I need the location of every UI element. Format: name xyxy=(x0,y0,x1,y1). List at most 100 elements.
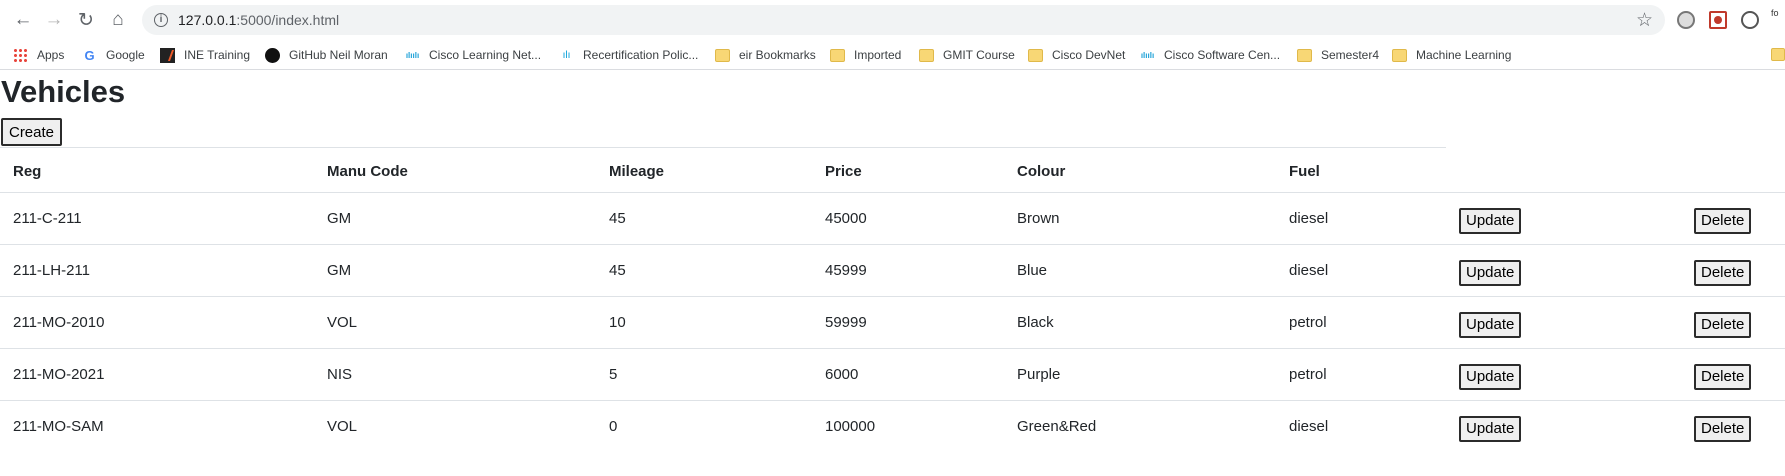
update-button[interactable]: Update xyxy=(1459,363,1522,390)
bookmark-eir[interactable]: eir Bookmarks xyxy=(715,46,816,64)
cell-update: Update xyxy=(1446,244,1681,297)
cell-mileage: 10 xyxy=(596,296,812,349)
bookmark-star-icon[interactable]: ☆ xyxy=(1636,9,1653,32)
cell-delete: Delete xyxy=(1681,244,1785,297)
bookmark-cisco-devnet[interactable]: Cisco DevNet xyxy=(1028,46,1125,64)
bookmark-label: Semester4 xyxy=(1321,48,1380,62)
bookmark-recertification[interactable]: ılı Recertification Polic... xyxy=(559,46,699,64)
cell-manu-code: GM xyxy=(314,244,596,297)
bookmark-label: GitHub Neil Moran xyxy=(289,48,388,62)
cell-mileage: 5 xyxy=(596,348,812,401)
bookmark-ine-training[interactable]: INE Training xyxy=(160,46,250,64)
folder-icon xyxy=(1028,48,1043,62)
bookmark-google[interactable]: G Google xyxy=(82,46,144,64)
folder-icon xyxy=(830,48,845,62)
cell-price: 59999 xyxy=(812,296,1004,349)
url-text[interactable]: 127.0.0.1:5000/index.html xyxy=(178,12,339,28)
bookmarks-bar: Apps G Google INE Training GitHub Neil Mo… xyxy=(0,40,1785,70)
page-content: Vehicles Create Reg Manu Code Mileage Pr… xyxy=(0,71,1785,476)
forward-arrow-icon[interactable]: → xyxy=(41,7,67,33)
header-reg: Reg xyxy=(0,147,314,193)
bookmark-cisco-software[interactable]: ılıılı Cisco Software Cen... xyxy=(1140,46,1280,64)
cell-manu-code: NIS xyxy=(314,348,596,401)
bookmark-machine-learning[interactable]: Machine Learning xyxy=(1392,46,1511,64)
header-mileage: Mileage xyxy=(596,147,812,193)
google-icon: G xyxy=(84,47,95,63)
url-path: :5000/index.html xyxy=(236,12,340,28)
cell-update: Update xyxy=(1446,296,1681,349)
create-button[interactable]: Create xyxy=(1,118,62,146)
table-header-row: Reg Manu Code Mileage Price Colour Fuel xyxy=(0,147,1785,193)
cisco-icon: ılıılı xyxy=(1140,50,1155,60)
profile-text[interactable]: fo xyxy=(1771,8,1779,18)
table-row: 211-LH-211 GM 45 45999 Blue diesel Updat… xyxy=(0,244,1785,297)
extension-icon[interactable] xyxy=(1709,11,1727,29)
bookmark-label: INE Training xyxy=(184,48,251,62)
bookmark-label: eir Bookmarks xyxy=(739,48,816,62)
update-button[interactable]: Update xyxy=(1459,207,1522,234)
extension-icon[interactable] xyxy=(1741,11,1759,29)
folder-icon xyxy=(919,48,934,62)
cell-mileage: 0 xyxy=(609,418,618,436)
header-empty xyxy=(1446,147,1681,193)
cell-reg: 211-MO-2021 xyxy=(0,348,314,401)
delete-button[interactable]: Delete xyxy=(1694,259,1752,286)
delete-button[interactable]: Delete xyxy=(1694,207,1752,234)
cell-colour: Blue xyxy=(1004,244,1276,297)
bookmark-label: Machine Learning xyxy=(1416,48,1512,62)
cell-fuel: diesel xyxy=(1276,192,1446,245)
github-icon xyxy=(265,47,280,63)
cell-manu-code: VOL xyxy=(327,418,358,436)
site-info-icon[interactable]: i xyxy=(154,13,168,27)
cell-price: 45999 xyxy=(812,244,1004,297)
cell-fuel: diesel xyxy=(1276,244,1446,297)
cell-mileage: 45 xyxy=(596,244,812,297)
bookmark-apps[interactable]: Apps xyxy=(13,46,64,64)
header-colour: Colour xyxy=(1004,147,1276,193)
cell-colour: Brown xyxy=(1004,192,1276,245)
extension-icon[interactable] xyxy=(1677,11,1695,29)
cell-update: Update xyxy=(1446,192,1681,245)
url-host: 127.0.0.1 xyxy=(178,12,237,28)
cell-mileage: 45 xyxy=(596,192,812,245)
apps-grid-icon xyxy=(13,47,28,63)
header-empty xyxy=(1681,147,1785,193)
bookmark-semester4[interactable]: Semester4 xyxy=(1297,46,1379,64)
cell-manu-code: VOL xyxy=(314,296,596,349)
cell-price: 45000 xyxy=(812,192,1004,245)
table-row: 211-MO-2010 VOL 10 59999 Black petrol Up… xyxy=(0,296,1785,349)
update-button[interactable]: Update xyxy=(1459,259,1522,286)
header-manu-code: Manu Code xyxy=(314,147,596,193)
home-icon[interactable]: ⌂ xyxy=(105,7,131,33)
back-arrow-icon[interactable]: ← xyxy=(10,7,36,33)
cell-colour: Purple xyxy=(1004,348,1276,401)
cell-colour: Black xyxy=(1004,296,1276,349)
bookmark-label: Cisco Learning Net... xyxy=(429,48,542,62)
delete-button[interactable]: Delete xyxy=(1694,415,1752,442)
ine-icon xyxy=(160,47,175,63)
table-row: 211-C-211 GM 45 45000 Brown diesel Updat… xyxy=(0,192,1785,245)
folder-icon[interactable] xyxy=(1771,48,1785,61)
bookmark-github[interactable]: GitHub Neil Moran xyxy=(265,46,388,64)
reload-icon[interactable]: ↻ xyxy=(73,7,99,33)
update-button[interactable]: Update xyxy=(1459,415,1522,442)
vehicles-table: Reg Manu Code Mileage Price Colour Fuel … xyxy=(0,147,1785,453)
cell-reg: 211-LH-211 xyxy=(0,244,314,297)
delete-button[interactable]: Delete xyxy=(1694,363,1752,390)
cisco-icon: ılı xyxy=(562,49,571,61)
header-fuel: Fuel xyxy=(1276,147,1446,193)
update-button[interactable]: Update xyxy=(1459,311,1522,338)
address-bar[interactable]: i 127.0.0.1:5000/index.html ☆ xyxy=(142,5,1665,35)
bookmark-gmit-course[interactable]: GMIT Course xyxy=(919,46,1015,64)
bookmark-label: Cisco DevNet xyxy=(1052,48,1126,62)
bookmark-cisco-learning[interactable]: ılıılı Cisco Learning Net... xyxy=(405,46,541,64)
folder-icon xyxy=(1297,48,1312,62)
cell-update: Update xyxy=(1446,401,1681,453)
cell-manu-code: GM xyxy=(314,192,596,245)
folder-icon xyxy=(715,48,730,62)
delete-button[interactable]: Delete xyxy=(1694,311,1752,338)
bookmark-label: Cisco Software Cen... xyxy=(1164,48,1281,62)
bookmark-imported[interactable]: Imported xyxy=(830,46,901,64)
bookmark-label: GMIT Course xyxy=(943,48,1015,62)
cell-delete: Delete xyxy=(1681,348,1785,401)
